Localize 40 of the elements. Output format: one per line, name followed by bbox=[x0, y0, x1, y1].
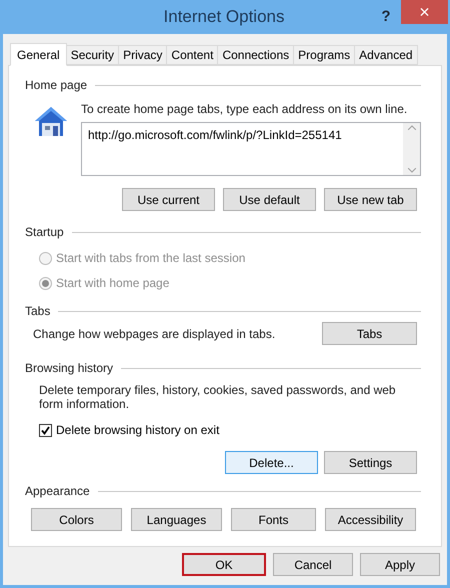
button[interactable]: OK bbox=[182, 553, 266, 576]
house-icon bbox=[33, 104, 69, 138]
section-legend: Browsing history bbox=[25, 359, 114, 377]
window-title: Internet Options bbox=[164, 6, 284, 28]
button[interactable]: Delete... bbox=[225, 451, 318, 474]
section-legend: Appearance bbox=[25, 482, 90, 500]
tabs-description: Change how webpages are displayed in tabs. bbox=[33, 326, 276, 342]
button[interactable]: Fonts bbox=[231, 508, 316, 531]
button[interactable]: Settings bbox=[324, 451, 417, 474]
checkmark-icon bbox=[41, 426, 50, 434]
help-button[interactable]: ? bbox=[371, 0, 401, 34]
section-legend: Home page bbox=[25, 76, 88, 94]
home-page-field[interactable]: http://go.microsoft.com/fwlink/p/?LinkId=255141 bbox=[81, 122, 421, 176]
button[interactable]: Languages bbox=[131, 508, 222, 531]
radio-label: Start with tabs from the last session bbox=[56, 250, 246, 267]
button[interactable]: Tabs bbox=[322, 322, 417, 345]
tab[interactable]: Privacy bbox=[119, 45, 168, 65]
tab[interactable]: Programs bbox=[294, 45, 356, 65]
section-legend: Tabs bbox=[25, 302, 50, 320]
checkbox-label: Delete browsing history on exit bbox=[56, 422, 220, 439]
browsing-history-description: Delete temporary files, history, cookies, saved passwords, and web form information. bbox=[38, 383, 397, 411]
radio-label: Start with home page bbox=[56, 275, 170, 292]
scroll-up-icon[interactable] bbox=[408, 125, 416, 130]
button[interactable]: Use current bbox=[122, 188, 215, 211]
button[interactable]: Colors bbox=[31, 508, 122, 531]
section-legend: Startup bbox=[25, 223, 64, 241]
tab[interactable]: Content bbox=[167, 45, 218, 65]
close-button[interactable]: × bbox=[401, 0, 448, 24]
button[interactable]: Use default bbox=[223, 188, 316, 211]
checkbox[interactable] bbox=[39, 424, 52, 436]
tab[interactable]: Advanced bbox=[355, 45, 418, 65]
tab[interactable]: Connections bbox=[218, 45, 294, 65]
home-page-description: To create home page tabs, type each address on its own line. bbox=[81, 101, 408, 118]
button[interactable]: Cancel bbox=[273, 553, 353, 576]
tab[interactable]: Security bbox=[66, 45, 120, 65]
button[interactable]: Apply bbox=[360, 553, 440, 576]
scroll-down-icon[interactable] bbox=[408, 168, 416, 173]
button[interactable]: Accessibility bbox=[325, 508, 416, 531]
tab[interactable]: General bbox=[10, 43, 67, 66]
button[interactable]: Use new tab bbox=[324, 188, 417, 211]
